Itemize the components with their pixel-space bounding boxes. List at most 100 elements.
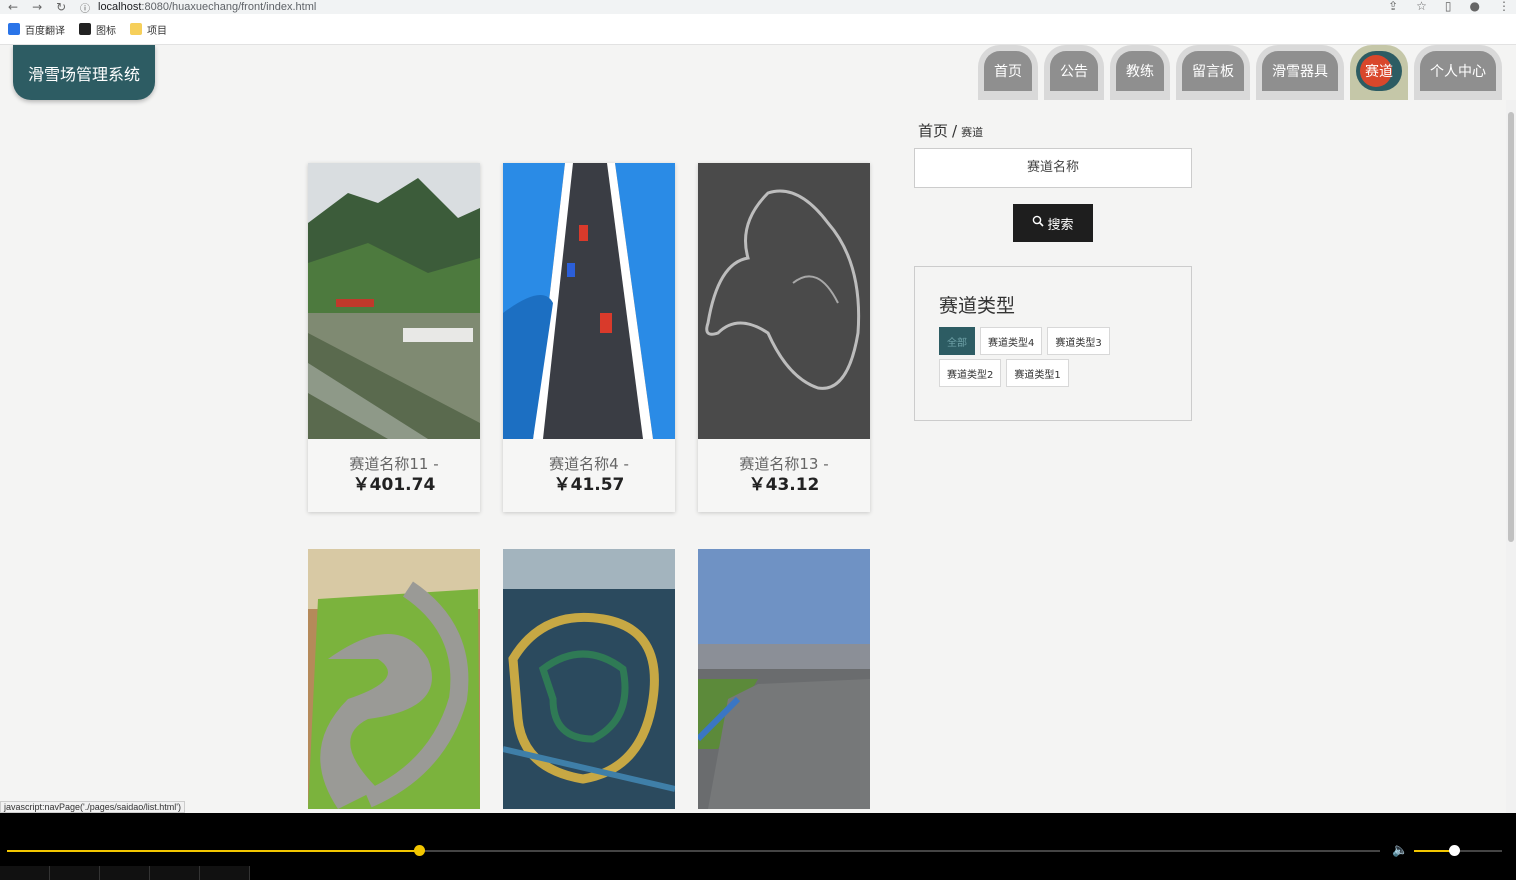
nav-label: 教练 (1116, 51, 1164, 91)
seek-fill (7, 850, 419, 852)
track-image[interactable] (308, 549, 480, 809)
track-type-tags: 全部 赛道类型4 赛道类型3 赛道类型2 赛道类型1 (939, 327, 1159, 387)
track-name: 赛道名称11 - (308, 454, 480, 474)
breadcrumb: 首页 / 赛道 (918, 120, 983, 141)
forward-icon[interactable]: → (32, 1, 42, 13)
url-field[interactable]: localhost:8080/huaxuechang/front/index.h… (98, 1, 316, 13)
browser-tools: ⇪ ☆ ▯ ● ⋮ (1388, 0, 1510, 12)
nav-message-board[interactable]: 留言板 (1176, 45, 1250, 100)
nav-label: 公告 (1050, 51, 1098, 91)
search-button[interactable]: 搜索 (1013, 204, 1093, 242)
menu-icon[interactable]: ⋮ (1498, 0, 1510, 12)
breadcrumb-current: 赛道 (961, 126, 984, 139)
nav-label-active: 赛道 (1356, 51, 1402, 91)
nav-track[interactable]: 赛道 (1350, 45, 1408, 100)
nav-label: 首页 (984, 51, 1032, 91)
track-type-title: 赛道类型 (939, 295, 1016, 317)
url-path: :8080/huaxuechang/front/index.html (141, 1, 317, 13)
track-type-panel: 赛道类型 全部 赛道类型4 赛道类型3 赛道类型2 赛道类型1 (914, 266, 1192, 421)
volume-slider[interactable] (1414, 845, 1502, 856)
control-slot[interactable] (150, 866, 200, 880)
browser-nav: ← → ↻ (0, 1, 80, 13)
share-icon[interactable]: ⇪ (1388, 0, 1398, 12)
folder-icon (130, 23, 142, 35)
profile-icon[interactable]: ● (1470, 0, 1480, 12)
search-button-label: 搜索 (1047, 217, 1074, 233)
track-image[interactable] (698, 549, 870, 809)
status-bar-link: javascript:navPage('./pages/saidao/list.… (0, 801, 186, 813)
control-slot[interactable] (0, 866, 50, 880)
page-scrollbar[interactable] (1506, 100, 1516, 813)
nav-personal-center[interactable]: 个人中心 (1414, 45, 1502, 100)
volume-fill (1414, 850, 1454, 852)
track-name-text: 赛道名称4 (549, 455, 619, 473)
translate-icon (8, 23, 20, 35)
track-price: ￥401.74 (352, 475, 436, 495)
track-image[interactable] (503, 549, 675, 809)
track-name-text: 赛道名称13 (739, 455, 819, 473)
control-slot[interactable] (200, 866, 250, 880)
bookmark-icons[interactable]: 图标 (79, 22, 116, 37)
seek-bar[interactable] (7, 845, 1380, 856)
type-tag-3[interactable]: 赛道类型3 (1047, 327, 1110, 355)
track-name-text: 赛道名称11 (349, 455, 429, 473)
bookmark-label: 图标 (96, 25, 116, 37)
nav-notice[interactable]: 公告 (1044, 45, 1104, 100)
address-bar: ← → ↻ ⓘ localhost:8080/huaxuechang/front… (0, 0, 1516, 15)
nav-label: 留言板 (1182, 51, 1244, 91)
control-slot[interactable] (100, 866, 150, 880)
track-name-suffix: - (428, 455, 439, 473)
control-slot[interactable] (50, 866, 100, 880)
nav-label: 赛道 (1365, 64, 1393, 80)
breadcrumb-home[interactable]: 首页 (918, 122, 948, 140)
type-tag-4[interactable]: 赛道类型4 (980, 327, 1043, 355)
url-host: localhost (98, 1, 142, 13)
search-icon (1032, 215, 1045, 231)
sidepanel-icon[interactable]: ▯ (1445, 0, 1452, 12)
bookmark-label: 项目 (147, 25, 167, 37)
track-price: ￥41.57 (553, 475, 625, 495)
reload-icon[interactable]: ↻ (56, 1, 66, 13)
player-controls-strip (0, 866, 1516, 880)
track-card[interactable] (503, 549, 675, 809)
bookmark-label: 百度翻译 (25, 25, 65, 37)
track-image[interactable] (503, 163, 675, 439)
seek-knob[interactable] (413, 845, 425, 856)
bookmark-project[interactable]: 项目 (130, 22, 167, 37)
breadcrumb-separator: / (952, 122, 958, 140)
track-card[interactable]: 赛道名称11 - ￥401.74 (308, 163, 480, 512)
star-icon[interactable]: ☆ (1416, 0, 1427, 12)
track-name-suffix: - (618, 455, 629, 473)
type-tag-2[interactable]: 赛道类型2 (939, 359, 1002, 387)
track-name-suffix: - (818, 455, 829, 473)
track-name: 赛道名称13 - (698, 454, 870, 474)
track-card[interactable] (698, 549, 870, 809)
video-player-bar: 🔈 (0, 813, 1516, 880)
track-name-search-input[interactable]: 赛道名称 (914, 148, 1192, 188)
track-card[interactable] (308, 549, 480, 809)
volume-icon[interactable]: 🔈 (1392, 843, 1408, 858)
back-icon[interactable]: ← (8, 1, 18, 13)
main-nav: 首页 公告 教练 留言板 滑雪器具 赛道 个人中心 (978, 45, 1502, 100)
track-price: ￥43.12 (748, 475, 820, 495)
nav-ski-equipment[interactable]: 滑雪器具 (1256, 45, 1344, 100)
volume-knob[interactable] (1448, 845, 1460, 856)
bookmarks-bar: 百度翻译 图标 项目 (0, 14, 1516, 45)
track-image[interactable] (308, 163, 480, 439)
track-image[interactable] (698, 163, 870, 439)
track-name: 赛道名称4 - (503, 454, 675, 474)
track-card[interactable]: 赛道名称13 - ￥43.12 (698, 163, 870, 512)
image-icon (79, 23, 91, 35)
scrollbar-thumb[interactable] (1508, 112, 1514, 542)
nav-label: 滑雪器具 (1262, 51, 1338, 91)
info-icon[interactable]: ⓘ (80, 0, 90, 15)
site-logo[interactable]: 滑雪场管理系统 (13, 45, 155, 100)
type-tag-all[interactable]: 全部 (939, 327, 975, 355)
type-tag-1[interactable]: 赛道类型1 (1006, 359, 1069, 387)
nav-home[interactable]: 首页 (978, 45, 1038, 100)
page-content: 滑雪场管理系统 首页 公告 教练 留言板 滑雪器具 赛道 个人中心 赛道名称11… (0, 45, 1516, 813)
track-card[interactable]: 赛道名称4 - ￥41.57 (503, 163, 675, 512)
bookmark-baidu-translate[interactable]: 百度翻译 (8, 22, 65, 37)
nav-coach[interactable]: 教练 (1110, 45, 1170, 100)
nav-label: 个人中心 (1420, 51, 1496, 91)
